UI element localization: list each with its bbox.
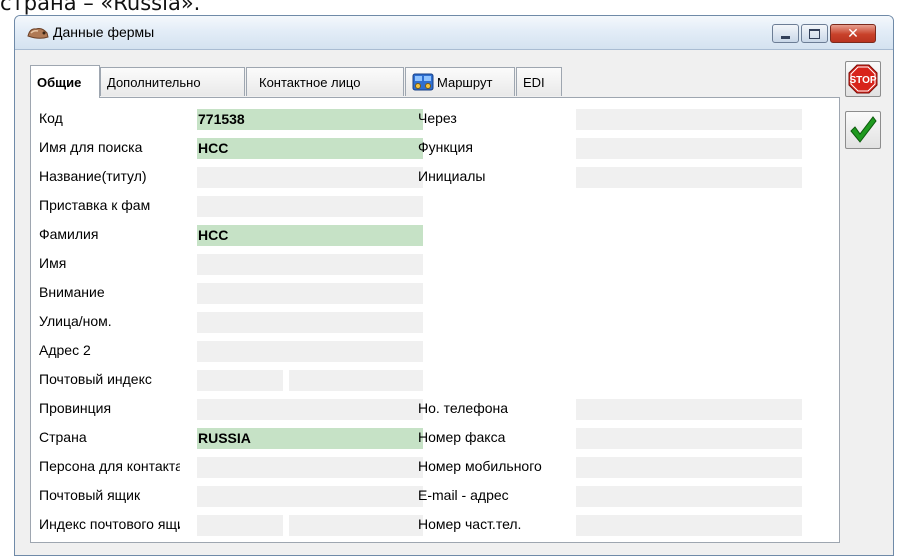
city-field[interactable]: [289, 370, 423, 391]
label-po-box: Почтовый ящик: [39, 487, 141, 503]
minimize-icon: [781, 35, 790, 39]
function-field[interactable]: [576, 138, 802, 159]
country-field[interactable]: RUSSIA: [197, 428, 423, 449]
label-via: Через: [418, 110, 457, 126]
mobile-field[interactable]: [576, 457, 802, 478]
label-street: Улица/ном.: [39, 313, 112, 329]
tab-contact-person[interactable]: Контактное лицо: [246, 67, 404, 96]
label-title: Название(титул): [39, 168, 147, 184]
label-province: Провинция: [39, 400, 112, 416]
po-box-city-field[interactable]: [289, 515, 423, 536]
tab-route[interactable]: Маршрут: [405, 67, 515, 96]
label-country: Страна: [39, 429, 87, 445]
province-field[interactable]: [197, 399, 423, 420]
minimize-button[interactable]: [772, 24, 799, 43]
label-initials: Инициалы: [418, 168, 486, 184]
label-mobile: Номер мобильного: [418, 458, 542, 474]
via-field[interactable]: [576, 109, 802, 130]
stop-sign-icon: STOP: [848, 64, 878, 94]
code-field[interactable]: 771538: [197, 109, 423, 130]
street-field[interactable]: [197, 312, 423, 333]
search-name-field[interactable]: HCC: [197, 138, 423, 159]
tab-label: Контактное лицо: [259, 74, 361, 90]
label-search-name: Имя для поиска: [39, 139, 143, 155]
ok-button[interactable]: [845, 111, 881, 149]
close-icon: ✕: [847, 25, 859, 42]
tab-edi[interactable]: EDI: [516, 67, 562, 96]
maximize-icon: [809, 28, 820, 39]
maximize-button[interactable]: [801, 24, 828, 43]
tab-label: Маршрут: [437, 74, 493, 90]
initials-field[interactable]: [576, 167, 802, 188]
postal-code-field[interactable]: [197, 370, 283, 391]
general-panel: Код 771538 Имя для поиска HCC Название(т…: [30, 97, 840, 543]
label-first-name: Имя: [39, 255, 67, 271]
farm-icon: [27, 28, 49, 39]
title-field[interactable]: [197, 167, 423, 188]
label-email: E-mail - адрес: [418, 487, 509, 503]
contact-person-field[interactable]: [197, 457, 423, 478]
window-title: Данные фермы: [53, 24, 155, 40]
name-prefix-field[interactable]: [197, 196, 423, 217]
address-2-field[interactable]: [197, 341, 423, 362]
label-po-box-index: Индекс почтового ящика: [39, 516, 180, 532]
email-field[interactable]: [576, 486, 802, 507]
tab-additional[interactable]: Дополнительно: [100, 67, 245, 96]
label-phone: Но. телефона: [418, 400, 509, 416]
tab-label: Дополнительно: [107, 74, 201, 90]
tab-label: Общие: [37, 74, 82, 90]
label-private-phone: Номер част.тел.: [418, 516, 522, 532]
background-text-fragment: страна – «Russia».: [0, 0, 201, 15]
route-icon: [412, 73, 434, 91]
checkmark-icon: [850, 116, 877, 143]
label-fax: Номер факса: [418, 429, 506, 445]
label-attention: Внимание: [39, 284, 105, 300]
phone-field[interactable]: [576, 399, 802, 420]
label-postal-code: Почтовый индекс: [39, 371, 152, 387]
label-surname: Фамилия: [39, 226, 99, 242]
label-name-prefix: Приставка к фам: [39, 197, 151, 213]
private-phone-field[interactable]: [576, 515, 802, 536]
po-box-index-field[interactable]: [197, 515, 283, 536]
label-code: Код: [39, 110, 63, 126]
label-function: Функция: [418, 139, 473, 155]
po-box-field[interactable]: [197, 486, 423, 507]
attention-field[interactable]: [197, 283, 423, 304]
cancel-button[interactable]: STOP: [845, 61, 881, 97]
fax-field[interactable]: [576, 428, 802, 449]
label-address-2: Адрес 2: [39, 342, 91, 358]
title-bar[interactable]: Данные фермы ✕: [15, 16, 893, 50]
close-button[interactable]: ✕: [830, 24, 876, 43]
tab-general[interactable]: Общие: [30, 65, 100, 98]
label-contact-person: Персона для контакта: [39, 458, 180, 474]
first-name-field[interactable]: [197, 254, 423, 275]
farm-data-window: Данные фермы ✕ Общие Дополнительно Конта…: [14, 15, 894, 556]
stop-sign-text: STOP: [849, 75, 876, 86]
tab-label: EDI: [523, 74, 545, 90]
surname-field[interactable]: HCC: [197, 225, 423, 246]
